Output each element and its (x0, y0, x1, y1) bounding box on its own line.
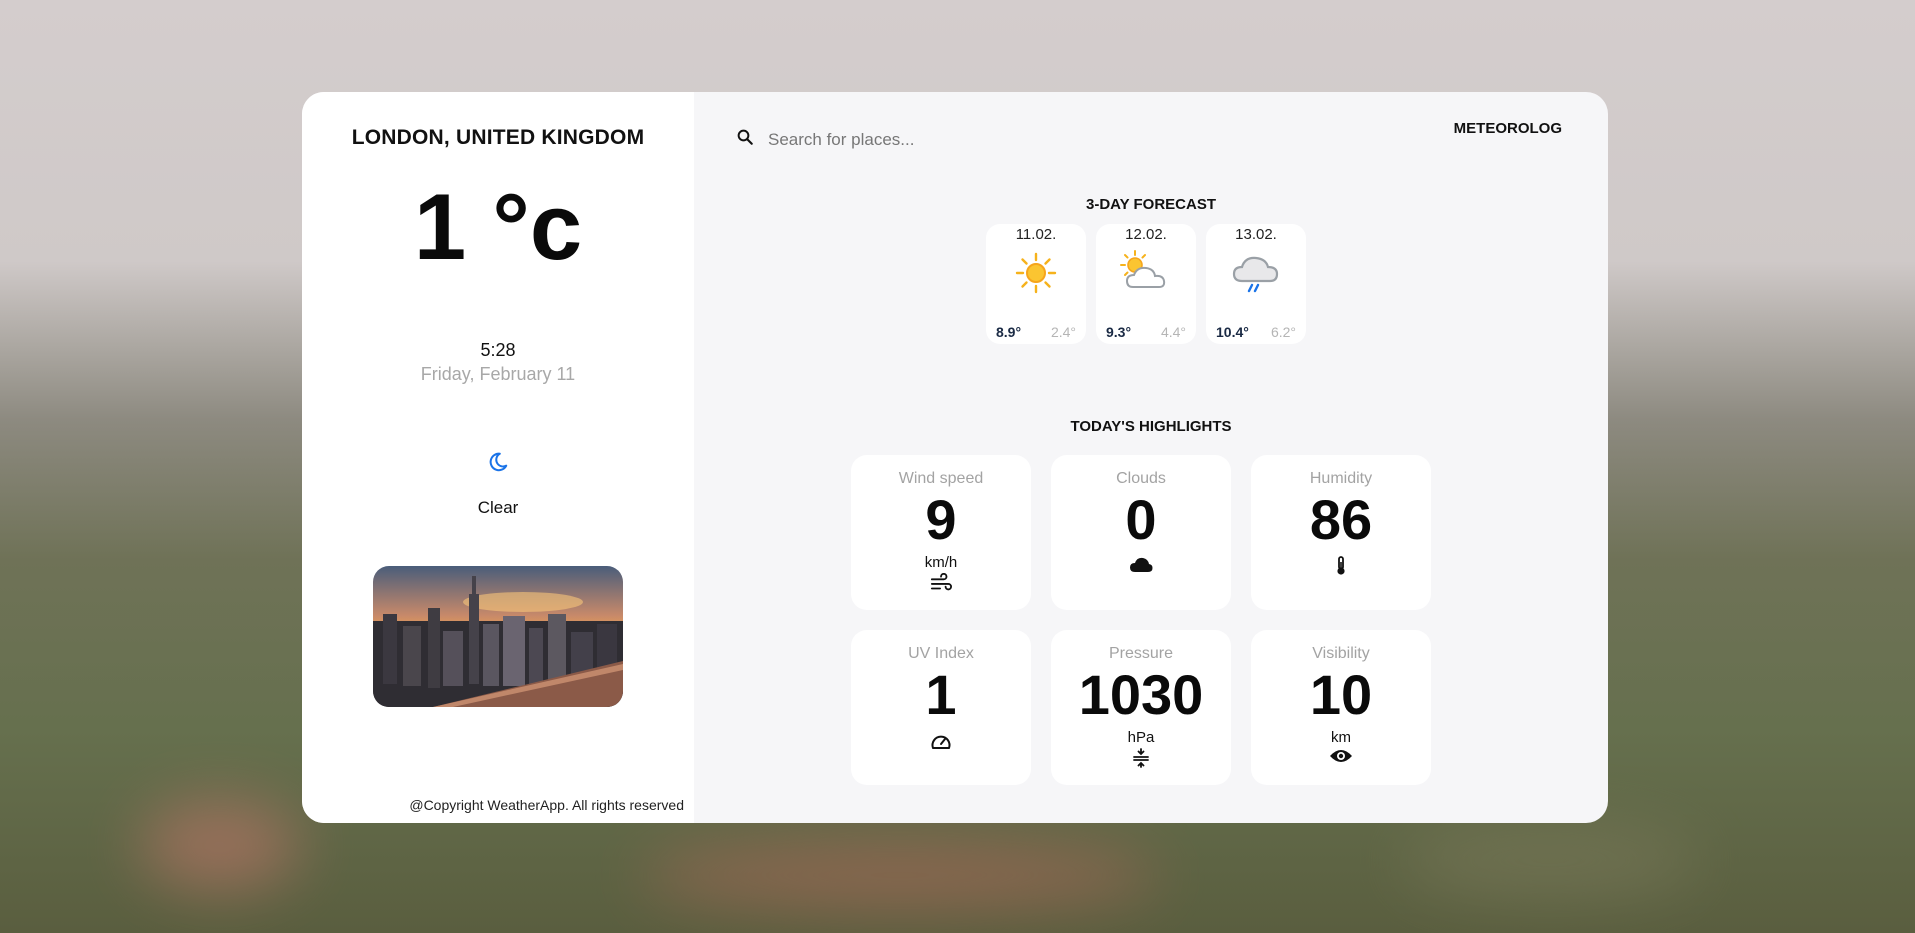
search-bar[interactable] (736, 128, 1068, 151)
highlight-label: Humidity (1309, 470, 1373, 487)
forecast-max: 8.9° (996, 324, 1022, 340)
forecast-temps: 10.4° 6.2° (1216, 324, 1296, 340)
condition-label: Clear (477, 498, 519, 517)
forecast-min: 6.2° (1270, 324, 1296, 340)
forecast-temps: 9.3° 4.4° (1106, 324, 1186, 340)
highlight-value: 10 (1309, 663, 1373, 726)
highlight-value: 86 (1309, 488, 1373, 551)
cloud-icon (1129, 556, 1153, 574)
background-blob (140, 800, 300, 890)
highlight-value: 9 (925, 488, 957, 551)
highlight-label: Visibility (1312, 645, 1370, 662)
highlight-card-uv: UV Index 1 (851, 630, 1031, 785)
copyright-text: @Copyright WeatherApp. All rights reserv… (409, 797, 684, 813)
details-panel: METEOROLOG 3-DAY FORECAST 11.02. (694, 92, 1608, 823)
thermometer-icon (1335, 556, 1347, 576)
city-photo (373, 566, 623, 707)
highlights-grid: Wind speed 9 km/h Clouds 0 Humidity 86 U… (851, 455, 1431, 785)
weather-app: LONDON, UNITED KINGDOM 1 °c 5:28 Friday,… (302, 92, 1608, 823)
background-blob (1400, 820, 1700, 900)
highlight-label: Pressure (1108, 645, 1174, 662)
wind-icon (930, 573, 952, 593)
highlight-value: 0 (1125, 488, 1157, 551)
forecast-card: 12.02. 9.3° 4.4° (1096, 224, 1196, 344)
current-date: Friday, February 11 (420, 364, 576, 384)
gauge-icon (930, 733, 952, 751)
partly-cloudy-icon (1117, 249, 1175, 297)
highlight-unit: km/h (924, 554, 958, 571)
current-time: 5:28 (480, 340, 516, 360)
highlight-card-wind: Wind speed 9 km/h (851, 455, 1031, 610)
highlight-value: 1 (925, 663, 957, 726)
sun-icon (1014, 249, 1058, 297)
current-weather-panel: LONDON, UNITED KINGDOM 1 °c 5:28 Friday,… (302, 92, 694, 823)
forecast-card: 13.02. 10.4° 6.2° (1206, 224, 1306, 344)
location-title: LONDON, UNITED KINGDOM (351, 126, 645, 149)
highlight-label: Wind speed (898, 470, 984, 487)
forecast-date: 13.02. (1235, 226, 1277, 243)
search-icon[interactable] (736, 128, 754, 151)
highlight-card-visibility: Visibility 10 km (1251, 630, 1431, 785)
forecast-max: 10.4° (1216, 324, 1249, 340)
compress-icon (1132, 748, 1150, 768)
eye-icon (1329, 748, 1353, 764)
forecast-temps: 8.9° 2.4° (996, 324, 1076, 340)
forecast-max: 9.3° (1106, 324, 1132, 340)
current-temperature: 1 °c (413, 174, 583, 279)
highlight-unit: hPa (1127, 729, 1155, 746)
highlight-card-humidity: Humidity 86 (1251, 455, 1431, 610)
forecast-date: 12.02. (1125, 226, 1167, 243)
moon-icon (487, 451, 509, 478)
brand-logo: METEOROLOG (1453, 120, 1562, 137)
background-blob (640, 840, 1160, 910)
highlight-value: 1030 (1078, 663, 1204, 726)
forecast-list: 11.02. 8.9° 2.4° 12.02. 9.3° 4.4° 13.02.… (986, 224, 1306, 344)
rain-cloud-icon (1230, 249, 1282, 297)
highlights-title: TODAY'S HIGHLIGHTS (1070, 418, 1232, 435)
highlight-card-clouds: Clouds 0 (1051, 455, 1231, 610)
highlight-card-pressure: Pressure 1030 hPa (1051, 630, 1231, 785)
search-input[interactable] (768, 129, 1068, 150)
highlight-label: UV Index (908, 645, 974, 662)
forecast-title: 3-DAY FORECAST (1085, 196, 1217, 213)
forecast-min: 2.4° (1050, 324, 1076, 340)
highlight-label: Clouds (1116, 470, 1166, 487)
forecast-card: 11.02. 8.9° 2.4° (986, 224, 1086, 344)
forecast-date: 11.02. (1015, 226, 1057, 243)
highlight-unit: km (1331, 729, 1351, 746)
forecast-min: 4.4° (1160, 324, 1186, 340)
